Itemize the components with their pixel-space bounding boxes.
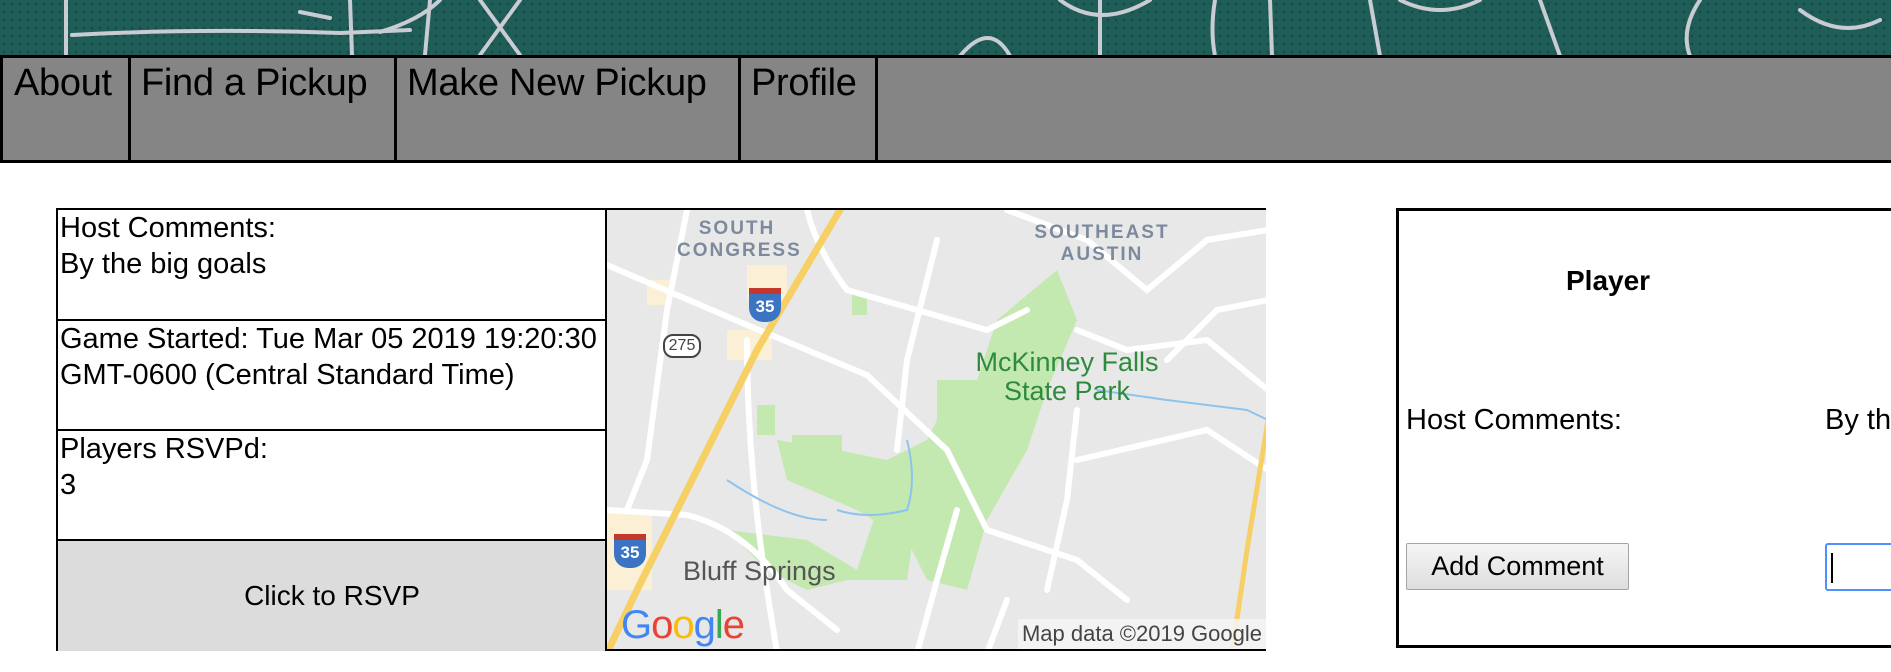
state-275-shield-icon: 275 [663, 334, 701, 358]
players-rsvpd-label: Players RSVPd: [60, 433, 268, 465]
logo-letter: o [651, 603, 673, 647]
chalkboard-drawing [64, 0, 1882, 56]
game-started-cell: Game Started: Tue Mar 05 2019 19:20:30 G… [58, 321, 606, 431]
game-info-table: Host Comments: By the big goals Game Sta… [56, 208, 606, 651]
side-host-comments-value: By the big goals [1825, 404, 1891, 436]
interstate-35-shield-icon: 35 [614, 534, 646, 568]
nav-profile[interactable]: Profile [738, 58, 878, 160]
google-logo: Google [621, 603, 745, 648]
nav-make-new-pickup[interactable]: Make New Pickup [394, 58, 741, 160]
player-comments-panel: Player Host Comments: By the big goals A… [1396, 208, 1891, 648]
rsvp-button[interactable]: Click to RSVP [58, 541, 606, 651]
nav-about[interactable]: About [0, 58, 131, 160]
main-nav: About Find a Pickup Make New Pickup Prof… [0, 55, 1891, 163]
map[interactable]: 35 35 275 SOUTH CONGRESS SOUTHEAST AUSTI… [605, 208, 1266, 651]
host-comments-label: Host Comments: [60, 212, 276, 244]
host-comments-cell: Host Comments: By the big goals [58, 210, 606, 321]
add-comment-button[interactable]: Add Comment [1406, 543, 1629, 590]
logo-letter: e [722, 603, 745, 647]
comment-input[interactable] [1825, 543, 1891, 591]
map-attribution[interactable]: Map data ©2019 Google [1017, 619, 1266, 649]
logo-letter: o [672, 603, 694, 647]
interstate-35-shield-icon: 35 [749, 288, 781, 322]
logo-letter: G [621, 603, 652, 647]
logo-letter: l [714, 603, 724, 647]
header-banner [0, 0, 1891, 56]
logo-letter: g [693, 603, 716, 647]
map-label-southeast-austin: SOUTHEAST AUSTIN [1034, 222, 1170, 265]
nav-find-pickup[interactable]: Find a Pickup [128, 58, 397, 160]
map-label-south-congress: SOUTH CONGRESS [677, 218, 802, 261]
text-caret [1831, 553, 1833, 583]
host-comments-value: By the big goals [60, 248, 267, 280]
map-label-mckinney-falls: McKinney Falls State Park [975, 347, 1159, 406]
players-rsvpd-count: 3 [60, 469, 77, 501]
player-column-header: Player [1566, 265, 1651, 296]
interstate-number: 35 [755, 297, 775, 316]
game-started-text: Game Started: Tue Mar 05 2019 19:20:30 G… [60, 323, 597, 391]
players-rsvpd-cell: Players RSVPd: 3 [58, 431, 606, 541]
side-host-comments-label: Host Comments: [1406, 404, 1622, 436]
interstate-number: 35 [620, 543, 640, 562]
state-route-number: 275 [668, 337, 696, 354]
map-label-bluff-springs: Bluff Springs [683, 556, 836, 586]
